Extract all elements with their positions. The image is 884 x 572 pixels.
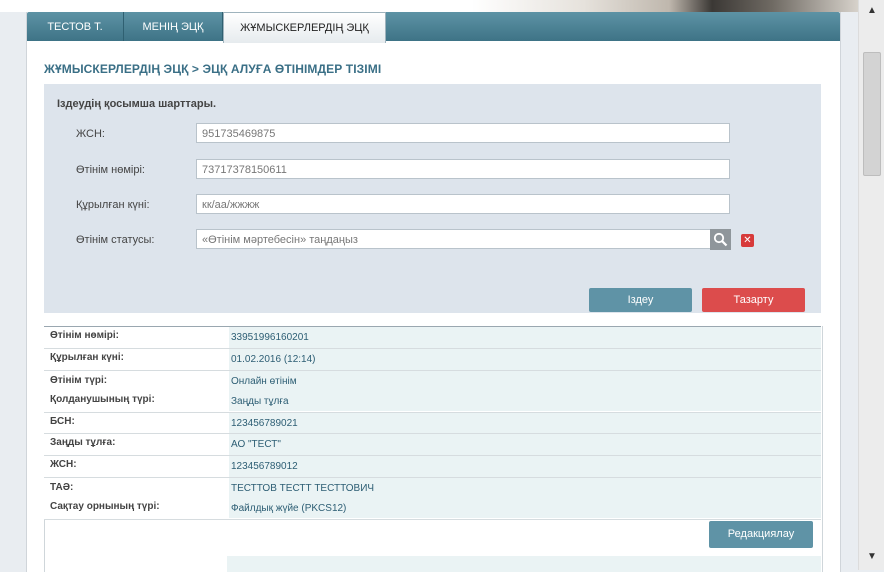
result-value: Файлдық жүйе (PKCS12) (229, 497, 821, 518)
result-value: АО "ТЕСТ" (229, 434, 821, 456)
result-value: 33951996160201 (229, 327, 821, 348)
search-panel: Іздеудің қосымша шарттары. ЖСН: 95173546… (44, 84, 821, 313)
result-value: 01.02.2016 (12:14) (229, 348, 821, 370)
banner-image-strip (0, 0, 858, 12)
created-date-label: Құрылған күні: (76, 199, 150, 211)
application-number-label: Өтінім нөмірі: (76, 164, 145, 176)
edit-button[interactable]: Редакциялау (709, 521, 813, 548)
clear-button[interactable]: Тазарту (702, 288, 805, 312)
iin-input[interactable]: 951735469875 (196, 123, 730, 143)
application-number-input[interactable]: 73717378150611 (196, 159, 730, 179)
result-key: Заңды тұлға: (44, 434, 229, 456)
arrow-up-icon[interactable]: ▲ (859, 2, 884, 20)
created-date-input[interactable]: кк/аа/жжжж (196, 194, 730, 214)
result-row: Өтінім түрі: Онлайн өтінім Қолданушының … (44, 370, 821, 413)
iin-label: ЖСН: (76, 128, 105, 140)
tab-profile[interactable]: ТЕСТОВ Т. (27, 12, 124, 41)
result-row: Құрылған күні: 01.02.2016 (12:14) (44, 348, 821, 371)
result-value: ТЕСТТОВ ТЕСТТ ТЕСТТОВИЧ (229, 477, 821, 498)
page-content: ТЕСТОВ Т. МЕНІҢ ЭЦҚ ЖҰМЫСКЕРЛЕРДІҢ ЭЦҚ Ж… (26, 12, 841, 572)
result-value: 123456789021 (229, 412, 821, 434)
breadcrumb: ЖҰМЫСКЕРЛЕРДІҢ ЭЦҚ > ЭЦҚ АЛУҒА ӨТІНІМДЕР… (44, 62, 382, 76)
tab-bar: ТЕСТОВ Т. МЕНІҢ ЭЦҚ ЖҰМЫСКЕРЛЕРДІҢ ЭЦҚ (27, 12, 840, 43)
result-key: БСН: (44, 412, 229, 434)
scrollbar-thumb[interactable] (863, 52, 881, 176)
result-row: БСН: 123456789021 (44, 412, 821, 435)
result-row: Заңды тұлға: АО "ТЕСТ" (44, 434, 821, 457)
result-row: ТАӘ: ТЕСТТОВ ТЕСТТ ТЕСТТОВИЧ Сақтау орны… (44, 477, 821, 520)
result-key: Қолданушының түрі: (44, 390, 229, 411)
result-value: Заңды тұлға (229, 390, 821, 411)
result-key: Өтінім нөмірі: (44, 327, 229, 348)
vertical-scrollbar[interactable]: ▲ ▼ (858, 0, 884, 570)
search-button[interactable]: Іздеу (589, 288, 692, 312)
result-row: Өтінім нөмірі: 33951996160201 (44, 327, 821, 349)
tab-employees-eds[interactable]: ЖҰМЫСКЕРЛЕРДІҢ ЭЦҚ (223, 12, 386, 43)
result-value: Онлайн өтінім (229, 370, 821, 391)
close-icon[interactable]: ✕ (741, 234, 754, 247)
magnifier-icon[interactable] (710, 229, 731, 250)
result-value: 123456789012 (229, 456, 821, 477)
result-row: ЖСН: 123456789012 (44, 456, 821, 478)
result-key: ЖСН: (44, 456, 229, 477)
result-table: Өтінім нөмірі: 33951996160201 Құрылған к… (44, 326, 821, 520)
search-panel-title: Іздеудің қосымша шарттары. (57, 98, 217, 110)
result-key: Сақтау орнының түрі: (44, 497, 229, 518)
application-status-label: Өтінім статусы: (76, 234, 155, 246)
tab-my-eds[interactable]: МЕНІҢ ЭЦҚ (124, 12, 223, 41)
arrow-down-icon[interactable]: ▼ (859, 548, 884, 566)
application-status-select[interactable]: «Өтінім мәртебесін» таңдаңыз (196, 229, 712, 249)
result-key: Құрылған күні: (44, 348, 229, 370)
